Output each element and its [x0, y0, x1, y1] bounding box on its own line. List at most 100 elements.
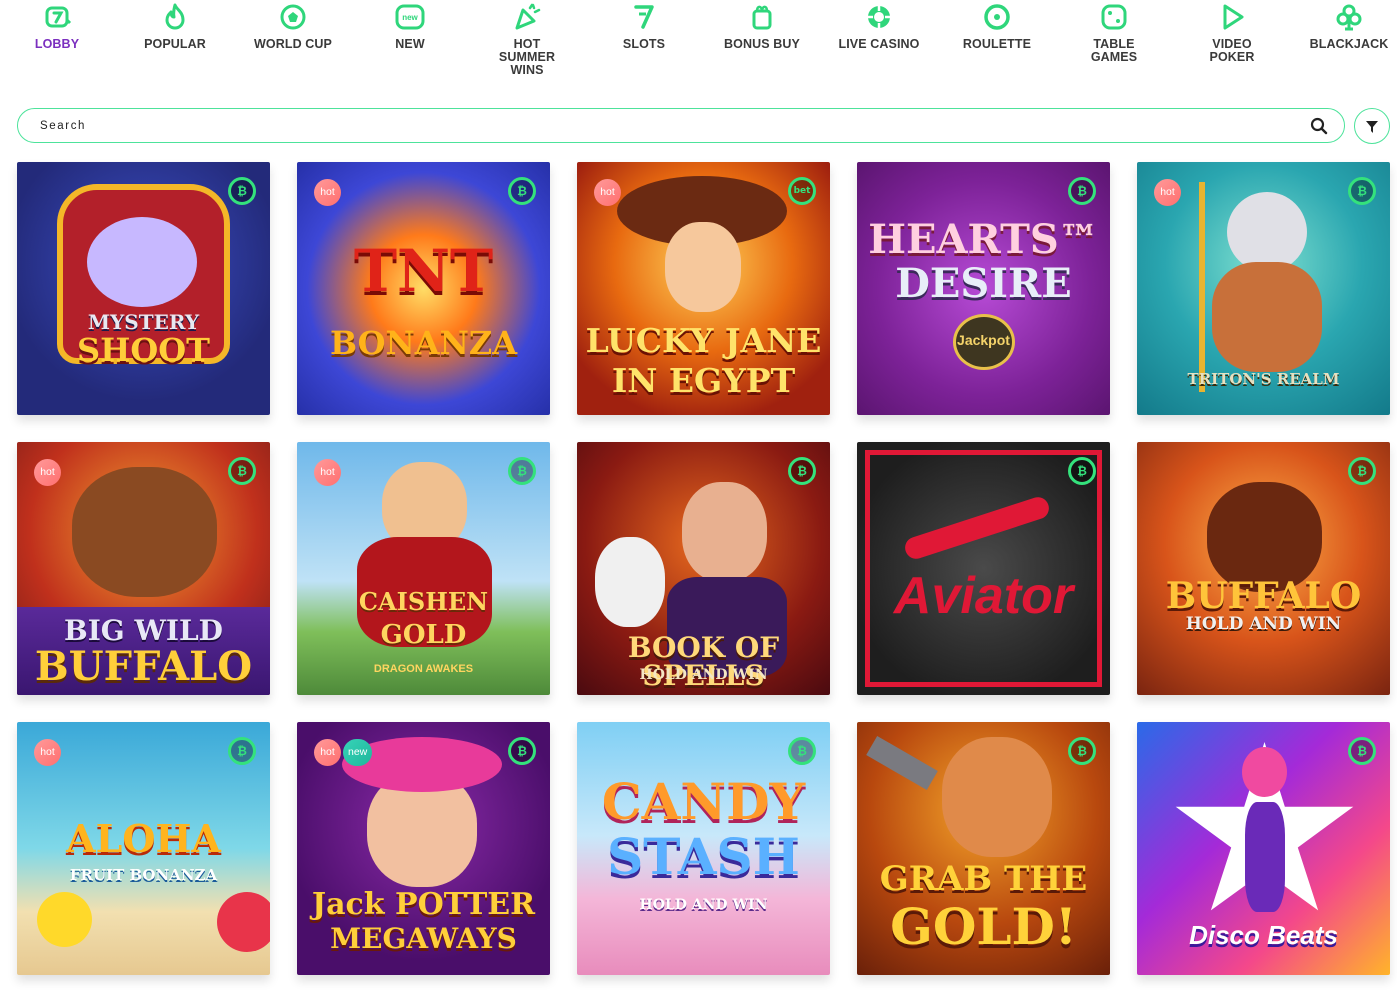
nav-item-label: POPULAR	[144, 37, 206, 51]
soccer-ball-icon	[278, 2, 308, 32]
game-subtitle: HOLD AND WIN	[639, 897, 768, 913]
nav-item-video-poker[interactable]: VIDEO POKER	[1177, 2, 1287, 64]
game-title: IN EGYPT	[611, 361, 796, 400]
game-tile-buffalo-hold-and-win[interactable]: BUFFALO HOLD AND WIN ₿	[1137, 442, 1390, 695]
game-tile-caishen-gold[interactable]: CAISHEN GOLD DRAGON AWAKES hot ₿	[297, 442, 550, 695]
game-tile-tritons-realm[interactable]: TRITON'S REALM hot ₿	[1137, 162, 1390, 415]
game-title: CANDY	[601, 772, 806, 831]
crypto-badge: ₿	[1068, 457, 1096, 485]
roulette-wheel-icon	[982, 2, 1012, 32]
game-tile-mystery-shoot[interactable]: MYSTERY SHOOT ₿	[17, 162, 270, 415]
hot-badge: hot	[314, 459, 341, 486]
game-tile-book-of-spells[interactable]: BOOK OF SPELLS HOLD AND WIN ₿	[577, 442, 830, 695]
search-input[interactable]	[40, 116, 1280, 136]
crypto-badge: ₿	[1068, 737, 1096, 765]
svg-text:new: new	[402, 13, 418, 22]
filter-icon	[1366, 121, 1378, 133]
crypto-badge: ₿	[1068, 177, 1096, 205]
flame-icon	[160, 2, 190, 32]
game-title: Disco Beats	[1189, 920, 1338, 950]
crypto-badge: ₿	[508, 737, 536, 765]
game-title: BIG WILD	[64, 614, 223, 647]
filter-button[interactable]	[1354, 108, 1390, 144]
crypto-badge: ₿	[508, 177, 536, 205]
hot-badge: hot	[34, 739, 61, 766]
nav-item-lobby[interactable]: LOBBY	[2, 2, 112, 51]
category-nav: LOBBY POPULAR WORLD CUP new NEW HOT SUMM…	[0, 0, 1397, 90]
game-tile-jack-potter-megaways[interactable]: Jack POTTER MEGAWAYS hot new ₿	[297, 722, 550, 975]
nav-item-slots[interactable]: SLOTS	[589, 2, 699, 51]
nav-item-new[interactable]: new NEW	[355, 2, 465, 51]
nav-item-label: HOT SUMMER WINS	[498, 37, 556, 77]
game-subtitle: DRAGON AWAKES	[373, 663, 474, 675]
crypto-badge: ₿	[508, 457, 536, 485]
nav-item-label: NEW	[395, 37, 425, 51]
crypto-badge: ₿	[228, 457, 256, 485]
game-title: LUCKY JANE	[585, 321, 822, 360]
game-tile-big-wild-buffalo[interactable]: BIG WILD BUFFALO hot ₿	[17, 442, 270, 695]
game-title: HEARTS™	[868, 216, 1099, 263]
crypto-badge: ₿	[788, 737, 816, 765]
nav-item-label: LOBBY	[34, 37, 80, 51]
search-bar	[17, 108, 1345, 143]
game-title: GOLD	[380, 620, 467, 650]
new-tag-icon: new	[395, 2, 425, 32]
nav-item-blackjack[interactable]: BLACKJACK	[1294, 2, 1397, 51]
game-tile-aviator[interactable]: Aviator ₿	[857, 442, 1110, 695]
crypto-badge: bet	[788, 177, 816, 205]
crypto-badge: ₿	[1348, 177, 1376, 205]
hot-badge: hot	[314, 179, 341, 206]
game-subtitle: FRUIT BONANZA	[69, 866, 218, 884]
lobby-seven-icon	[42, 2, 72, 32]
slot-seven-icon	[629, 2, 659, 32]
game-title: MYSTERY	[87, 310, 200, 334]
game-tile-disco-beats[interactable]: Disco Beats ₿	[1137, 722, 1390, 975]
game-title: SHOOT	[77, 331, 210, 369]
club-suit-icon	[1334, 2, 1364, 32]
game-tile-aloha-fruit-bonanza[interactable]: ALOHA FRUIT BONANZA hot ₿	[17, 722, 270, 975]
game-title: Jack POTTER	[311, 887, 536, 922]
nav-item-world-cup[interactable]: WORLD CUP	[238, 2, 348, 51]
hot-badge: hot	[594, 179, 621, 206]
nav-item-table-games[interactable]: TABLE GAMES	[1059, 2, 1169, 64]
gift-icon	[747, 2, 777, 32]
game-title: MEGAWAYS	[330, 922, 517, 955]
dice-icon	[1099, 2, 1129, 32]
game-title: GOLD!	[890, 897, 1077, 956]
party-popper-icon	[512, 2, 542, 32]
casino-chip-icon	[864, 2, 894, 32]
game-title: GRAB THE	[879, 859, 1088, 899]
game-tile-grab-the-gold[interactable]: GRAB THE GOLD! ₿	[857, 722, 1110, 975]
nav-item-label: BONUS BUY	[724, 37, 800, 51]
crypto-badge: ₿	[228, 737, 256, 765]
game-title: BUFFALO	[34, 643, 253, 690]
nav-item-label: LIVE CASINO	[838, 37, 920, 51]
nav-item-bonus-buy[interactable]: BONUS BUY	[707, 2, 817, 51]
nav-item-hot-summer-wins[interactable]: HOT SUMMER WINS	[472, 2, 582, 77]
crypto-badge: ₿	[228, 177, 256, 205]
search-icon[interactable]	[1310, 117, 1328, 135]
play-icon	[1217, 2, 1247, 32]
crypto-badge: ₿	[788, 457, 816, 485]
nav-item-live-casino[interactable]: LIVE CASINO	[824, 2, 934, 51]
game-tile-hearts-desire[interactable]: HEARTS™ DESIRE Jackpot ₿	[857, 162, 1110, 415]
hot-badge: hot	[1154, 179, 1181, 206]
game-tile-tnt-bonanza[interactable]: TNT BONANZA hot ₿	[297, 162, 550, 415]
nav-item-label: SLOTS	[622, 37, 666, 51]
game-title: TNT	[353, 237, 494, 305]
game-title: CAISHEN	[358, 587, 489, 616]
nav-item-label: ROULETTE	[962, 37, 1032, 51]
game-tile-candy-stash[interactable]: CANDY STASH HOLD AND WIN ₿	[577, 722, 830, 975]
game-title: BONANZA	[329, 324, 518, 362]
new-badge: new	[343, 739, 373, 766]
nav-item-popular[interactable]: POPULAR	[120, 2, 230, 51]
game-title: ALOHA	[66, 816, 221, 861]
game-subtitle: HOLD AND WIN	[1185, 614, 1342, 634]
game-title: TRITON'S REALM	[1187, 370, 1340, 388]
nav-item-label: TABLE GAMES	[1090, 37, 1138, 64]
game-title: Aviator	[893, 567, 1074, 625]
game-tile-lucky-jane-in-egypt[interactable]: LUCKY JANE IN EGYPT hot bet	[577, 162, 830, 415]
hot-badge: hot	[314, 739, 341, 766]
game-title: STASH	[607, 827, 800, 886]
nav-item-roulette[interactable]: ROULETTE	[942, 2, 1052, 51]
